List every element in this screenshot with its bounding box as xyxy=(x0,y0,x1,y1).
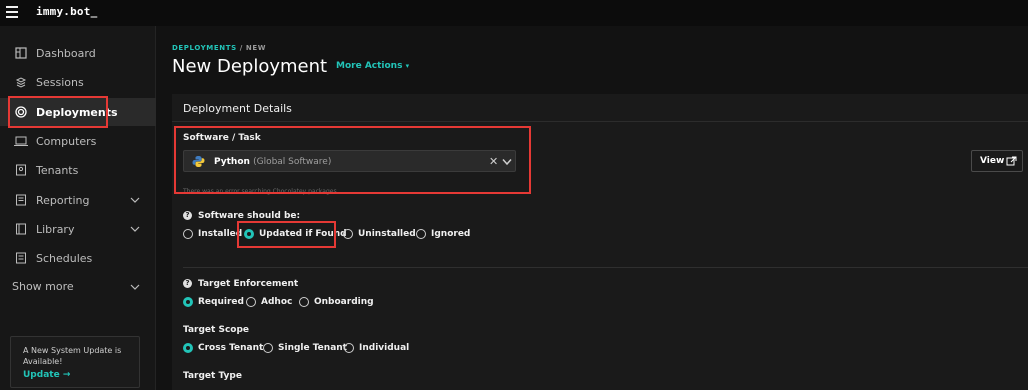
target-type-label: Target Type xyxy=(183,371,242,381)
chevron-down-icon[interactable] xyxy=(130,195,140,205)
radio-circle xyxy=(299,297,309,307)
radio-ignored[interactable]: Ignored xyxy=(416,229,470,239)
show-more-toggle[interactable]: Show more xyxy=(12,280,74,293)
breadcrumb-separator: / xyxy=(239,44,243,52)
radio-required[interactable]: Required xyxy=(183,297,244,307)
sidebar-item-schedules[interactable]: Schedules xyxy=(0,244,156,272)
view-button-label: View xyxy=(980,156,1005,166)
reporting-icon xyxy=(14,193,28,207)
deployment-details-panel: Deployment Details Software / Task Pytho… xyxy=(172,94,1028,390)
radio-circle xyxy=(263,343,273,353)
caret-down-icon: ▾ xyxy=(405,62,410,70)
sidebar-item-label: Library xyxy=(36,222,75,236)
radio-single-tenant[interactable]: Single Tenant xyxy=(263,343,347,353)
radio-label: Required xyxy=(198,297,244,307)
highlight-box-software xyxy=(174,126,531,194)
help-icon[interactable]: ? xyxy=(183,279,192,288)
sidebar-item-label: Dashboard xyxy=(36,46,96,60)
page-title: New Deployment xyxy=(172,56,328,77)
target-enforcement-label: Target Enforcement xyxy=(198,279,299,289)
sidebar-item-sessions[interactable]: Sessions xyxy=(0,68,156,96)
sessions-icon xyxy=(14,75,28,89)
schedules-icon xyxy=(14,251,28,265)
system-update-card: A New System Update is Available! Update… xyxy=(10,336,140,388)
chevron-down-icon[interactable] xyxy=(130,282,140,292)
chevron-down-icon[interactable] xyxy=(130,224,140,234)
divider xyxy=(183,267,1028,268)
radio-label: Ignored xyxy=(431,229,471,239)
breadcrumb-deployments[interactable]: DEPLOYMENTS xyxy=(172,44,237,52)
tenants-icon xyxy=(14,163,28,177)
radio-circle xyxy=(344,343,354,353)
sidebar-item-computers[interactable]: Computers xyxy=(0,127,156,155)
highlight-box-deployments xyxy=(8,96,108,128)
radio-uninstalled[interactable]: Uninstalled xyxy=(343,229,416,239)
sidebar-item-dashboard[interactable]: Dashboard xyxy=(0,39,156,67)
top-bar: immy.bot_ xyxy=(0,0,1028,26)
sidebar-item-label: Tenants xyxy=(36,163,79,177)
breadcrumb-current: NEW xyxy=(245,44,267,52)
sidebar-item-label: Computers xyxy=(36,134,97,148)
sidebar-item-label: Schedules xyxy=(36,251,93,265)
radio-label: Onboarding xyxy=(314,297,374,307)
radio-label: Single Tenant xyxy=(278,343,347,353)
radio-circle xyxy=(183,229,193,239)
sidebar-item-label: Sessions xyxy=(36,75,84,89)
update-link[interactable]: Update → xyxy=(23,370,70,380)
external-link-icon xyxy=(1006,156,1017,166)
radio-label: Installed xyxy=(198,229,243,239)
update-message: A New System Update is Available! xyxy=(23,346,122,366)
more-actions-label: More Actions xyxy=(336,61,403,71)
radio-adhoc[interactable]: Adhoc xyxy=(246,297,292,307)
radio-circle-selected xyxy=(183,297,193,307)
sidebar-item-tenants[interactable]: Tenants xyxy=(0,156,156,184)
panel-header: Deployment Details xyxy=(172,94,1028,122)
target-scope-label: Target Scope xyxy=(183,325,250,335)
sidebar-item-library[interactable]: Library xyxy=(0,215,156,243)
breadcrumb: DEPLOYMENTS / NEW xyxy=(172,44,266,52)
panel-title: Deployment Details xyxy=(183,102,292,115)
library-icon xyxy=(14,222,28,236)
arrow-right-icon: → xyxy=(62,370,71,380)
radio-circle xyxy=(246,297,256,307)
dashboard-icon xyxy=(14,46,28,60)
radio-label: Cross Tenant xyxy=(198,343,264,353)
sidebar-item-label: Reporting xyxy=(36,193,90,207)
hamburger-menu-icon[interactable] xyxy=(6,6,18,18)
radio-installed[interactable]: Installed xyxy=(183,229,242,239)
sidebar-item-reporting[interactable]: Reporting xyxy=(0,186,156,214)
laptop-icon xyxy=(14,134,28,148)
radio-individual[interactable]: Individual xyxy=(344,343,409,353)
radio-onboarding[interactable]: Onboarding xyxy=(299,297,374,307)
brand-logo: immy.bot_ xyxy=(36,5,98,18)
update-link-label: Update xyxy=(23,370,60,380)
radio-circle xyxy=(343,229,353,239)
radio-label: Individual xyxy=(359,343,410,353)
software-should-be-label: Software should be: xyxy=(198,211,301,221)
help-icon[interactable]: ? xyxy=(183,211,192,220)
radio-label: Adhoc xyxy=(261,297,293,307)
radio-label: Uninstalled xyxy=(358,229,416,239)
radio-cross-tenant[interactable]: Cross Tenant xyxy=(183,343,263,353)
highlight-box-updated-if-found xyxy=(237,221,336,248)
radio-circle xyxy=(416,229,426,239)
radio-circle-selected xyxy=(183,343,193,353)
sidebar: Dashboard Sessions Deployments Computers… xyxy=(0,26,156,390)
view-button[interactable]: View xyxy=(971,150,1023,172)
more-actions-dropdown[interactable]: More Actions ▾ xyxy=(336,61,409,71)
